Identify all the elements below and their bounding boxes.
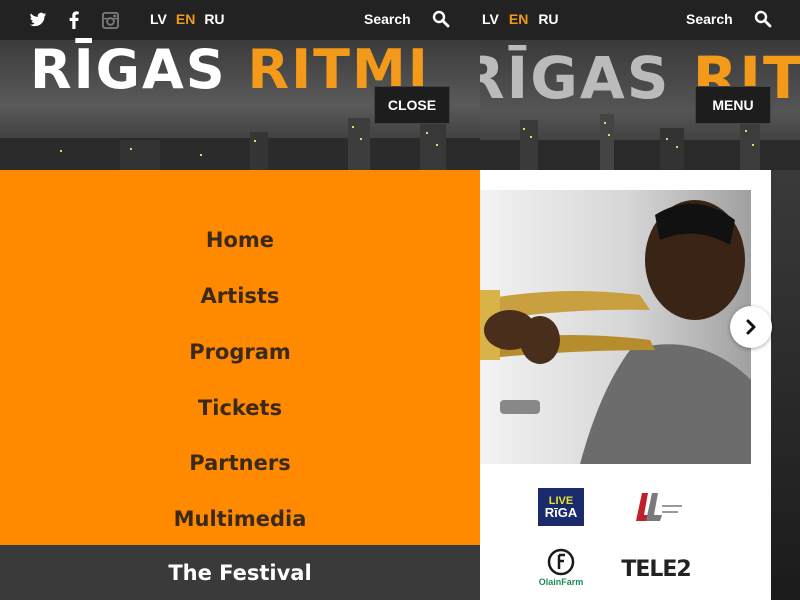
live-riga-line2: RīGA	[544, 505, 578, 520]
bg-lang-lv[interactable]: LV	[482, 11, 499, 27]
menu-panel: Home Artists Program Tickets Partners Mu…	[0, 170, 480, 545]
olainfarm-label: OlainFarm	[538, 577, 584, 587]
menu-item-the-festival[interactable]: The Festival	[0, 545, 480, 600]
language-switcher: LV EN RU	[150, 11, 225, 27]
menu-item-program[interactable]: Program	[0, 332, 480, 372]
menu-item-multimedia[interactable]: Multimedia	[0, 499, 480, 539]
search-label[interactable]: Search	[364, 11, 411, 27]
bg-lang-ru[interactable]: RU	[538, 11, 558, 27]
bg-logo-rigas: RĪGAS	[460, 44, 671, 112]
partner-logo-latvijas-gaze[interactable]	[632, 491, 684, 523]
olainfarm-logo-icon	[547, 548, 575, 576]
search-icon[interactable]	[432, 10, 450, 28]
menu-item-partners[interactable]: Partners	[0, 443, 480, 483]
hero-image-trumpet-player	[480, 190, 751, 464]
menu-button[interactable]: MENU	[695, 86, 771, 124]
close-button[interactable]: CLOSE	[374, 86, 450, 124]
bg-search-label[interactable]: Search	[686, 11, 733, 27]
menu-item-tickets[interactable]: Tickets	[0, 388, 480, 428]
bg-right-strip	[771, 170, 800, 600]
partner-logo-olainfarm[interactable]: OlainFarm	[538, 545, 584, 589]
navigation-drawer: LV EN RU Search RĪGAS RITMI CLOSE Home A…	[0, 0, 480, 600]
twitter-icon[interactable]	[28, 10, 48, 30]
menu-item-artists[interactable]: Artists	[0, 276, 480, 316]
hero-illustration	[480, 200, 751, 464]
menu-item-home[interactable]: Home	[0, 220, 480, 260]
slider-next-button[interactable]	[730, 306, 772, 348]
lang-ru[interactable]: RU	[204, 11, 224, 27]
chevron-right-icon	[746, 319, 756, 335]
instagram-icon[interactable]	[100, 10, 120, 30]
lang-en[interactable]: EN	[176, 11, 195, 27]
site-logo[interactable]: RĪGAS RITMI	[30, 38, 430, 101]
latvijas-gaze-logo-icon	[636, 493, 682, 521]
partner-logo-live-riga[interactable]: LIVE RīGA	[538, 488, 584, 526]
bg-lang-en[interactable]: EN	[509, 11, 528, 27]
bg-language-switcher: LV EN RU	[482, 11, 559, 27]
bg-search-icon[interactable]	[754, 10, 772, 28]
logo-rigas: RĪGAS	[30, 38, 227, 101]
facebook-icon[interactable]	[64, 10, 84, 30]
lang-lv[interactable]: LV	[150, 11, 167, 27]
partner-logo-tele2[interactable]: TELE2	[621, 556, 691, 582]
